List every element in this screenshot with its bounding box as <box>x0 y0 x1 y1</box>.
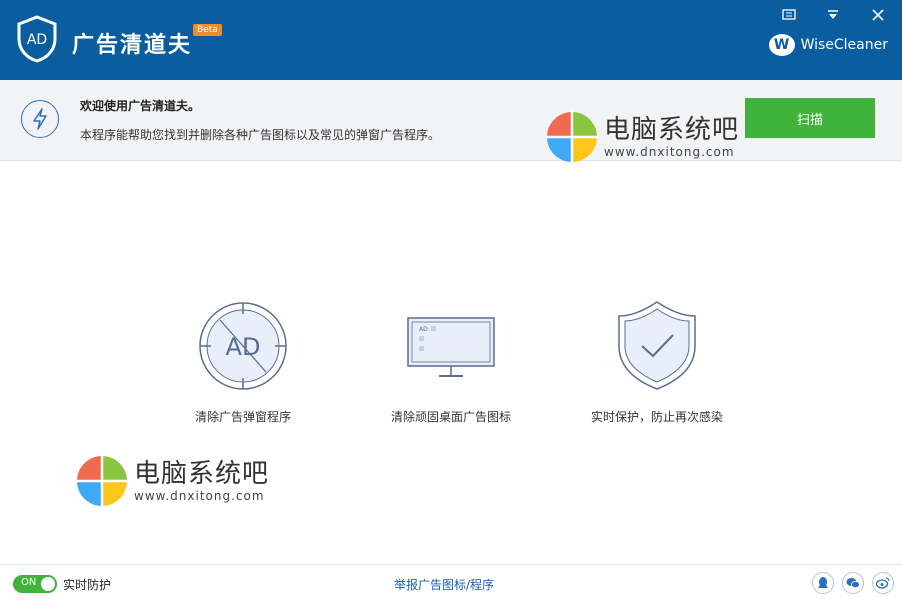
report-link[interactable]: 举报广告图标/程序 <box>394 576 494 593</box>
dropdown-button[interactable] <box>821 4 845 26</box>
menu-button[interactable] <box>777 4 801 26</box>
realtime-toggle[interactable]: ON <box>13 575 57 593</box>
feature-realtime-protect: 实时保护，防止再次感染 <box>562 300 752 424</box>
realtime-label: 实时防护 <box>63 578 112 592</box>
welcome-text: 欢迎使用广告清道夫。 <box>80 99 201 113</box>
watermark-top: 电脑系统吧 www.dnxitong.com <box>546 111 739 163</box>
menu-icon <box>782 9 796 20</box>
description-text: 本程序能帮助您找到并删除各种广告图标以及常见的弹窗广告程序。 <box>80 128 441 142</box>
wechat-button[interactable] <box>842 572 864 594</box>
lightning-icon <box>21 100 59 138</box>
wisecleaner-logo-icon: W <box>768 34 795 56</box>
windows-logo-icon <box>76 455 128 507</box>
title-bar: AD 广告清道夫 Beta W WiseCleaner <box>0 0 902 80</box>
watermark-bottom: 电脑系统吧 www.dnxitong.com <box>76 455 269 507</box>
monitor-icon: AD <box>407 317 495 377</box>
weibo-icon <box>876 577 890 589</box>
wechat-icon <box>846 578 860 589</box>
weibo-button[interactable] <box>872 572 894 594</box>
scan-button[interactable]: 扫描 <box>745 98 875 138</box>
close-icon <box>872 9 884 21</box>
qq-icon <box>818 577 828 588</box>
feature-ad-popup: AD 清除广告弹窗程序 <box>148 300 338 424</box>
dropdown-icon <box>828 10 838 19</box>
watermark-url: www.dnxitong.com <box>604 145 735 159</box>
bottom-bar: ON 实时防护 举报广告图标/程序 <box>0 564 902 602</box>
feature-label: 实时保护，防止再次感染 <box>590 410 723 424</box>
toggle-state: ON <box>21 577 37 588</box>
qq-button[interactable] <box>812 572 834 594</box>
feature-label: 清除广告弹窗程序 <box>194 410 291 424</box>
app-title: 广告清道夫 <box>72 33 193 58</box>
brand-name: WiseCleaner <box>800 37 888 53</box>
watermark-name: 电脑系统吧 <box>134 459 270 489</box>
toggle-knob <box>41 577 55 591</box>
ad-block-icon: AD <box>199 302 287 390</box>
welcome-banner: 欢迎使用广告清道夫。 本程序能帮助您找到并删除各种广告图标以及常见的弹窗广告程序… <box>0 80 902 161</box>
beta-badge: Beta <box>193 24 222 36</box>
feature-desktop-icons: AD 清除顽固桌面广告图标 <box>356 300 546 424</box>
feature-label: 清除顽固桌面广告图标 <box>390 410 511 424</box>
logo-text: AD <box>27 32 47 48</box>
app-logo: AD <box>16 15 58 63</box>
ad-icon-text: AD <box>226 333 261 361</box>
close-button[interactable] <box>866 4 890 26</box>
watermark-name: 电脑系统吧 <box>604 115 740 145</box>
windows-logo-icon <box>546 111 598 163</box>
watermark-url: www.dnxitong.com <box>134 489 265 503</box>
monitor-ad-text: AD <box>419 326 428 333</box>
brand[interactable]: W WiseCleaner <box>768 34 888 56</box>
shield-logo-icon: AD <box>17 15 57 63</box>
shield-check-icon <box>618 301 696 390</box>
